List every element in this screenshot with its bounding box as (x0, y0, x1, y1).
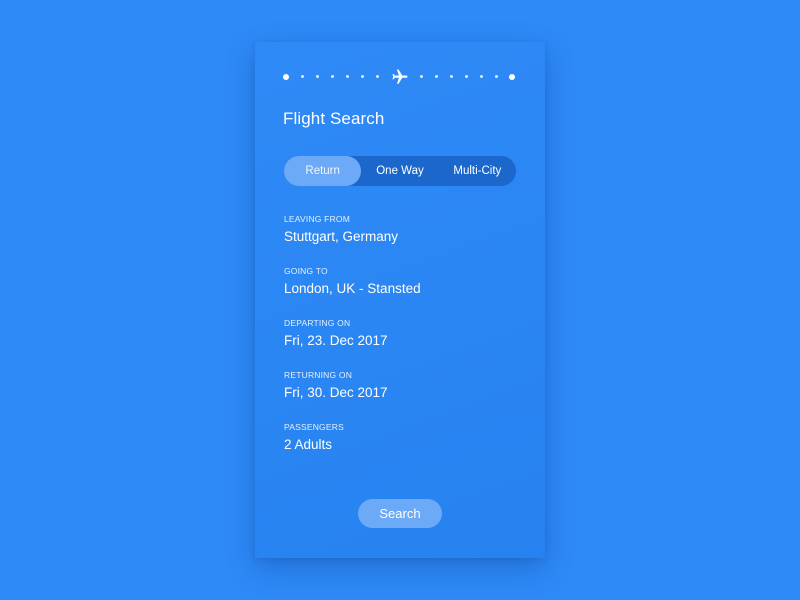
passengers-value[interactable]: 2 Adults (284, 437, 344, 453)
going-to-label: GOING TO (284, 266, 328, 276)
route-dot (361, 75, 364, 78)
leaving-from-field[interactable]: LEAVING FROM Stuttgart, Germany (284, 214, 398, 245)
leaving-from-label: LEAVING FROM (284, 214, 351, 224)
airplane-icon (392, 69, 408, 84)
route-dot (316, 75, 319, 78)
route-dot (420, 75, 423, 78)
returning-on-field[interactable]: RETURNING ON Fri, 30. Dec 2017 (284, 370, 388, 401)
route-dot (495, 75, 498, 78)
departing-on-label: DEPARTING ON (284, 318, 351, 328)
tab-return[interactable]: Return (284, 156, 362, 186)
tab-one-way[interactable]: One Way (361, 156, 438, 186)
route-dot (465, 75, 468, 78)
route-dot (331, 75, 334, 78)
passengers-label: PASSENGERS (284, 422, 344, 432)
returning-on-label: RETURNING ON (284, 370, 353, 380)
route-dot (435, 75, 438, 78)
flight-search-card: Flight Search Return One Way Multi-City … (255, 42, 545, 558)
departing-on-value[interactable]: Fri, 23. Dec 2017 (284, 333, 388, 349)
page-title: Flight Search (283, 109, 385, 128)
going-to-field[interactable]: GOING TO London, UK - Stansted (284, 266, 421, 297)
returning-on-value[interactable]: Fri, 30. Dec 2017 (284, 385, 388, 401)
route-dot (376, 75, 379, 78)
route-progress (283, 68, 515, 86)
route-dot (346, 75, 349, 78)
route-dot (301, 75, 304, 78)
trip-type-selector: Return One Way Multi-City (284, 156, 516, 186)
search-button[interactable]: Search (358, 499, 442, 528)
tab-multi-city[interactable]: Multi-City (439, 156, 516, 186)
leaving-from-value[interactable]: Stuttgart, Germany (284, 229, 398, 245)
passengers-field[interactable]: PASSENGERS 2 Adults (284, 422, 344, 453)
origin-dot-icon (283, 73, 289, 80)
destination-dot-icon (509, 73, 515, 80)
going-to-value[interactable]: London, UK - Stansted (284, 281, 421, 297)
route-dot (450, 75, 453, 78)
route-dot (480, 75, 483, 78)
departing-on-field[interactable]: DEPARTING ON Fri, 23. Dec 2017 (284, 318, 388, 349)
